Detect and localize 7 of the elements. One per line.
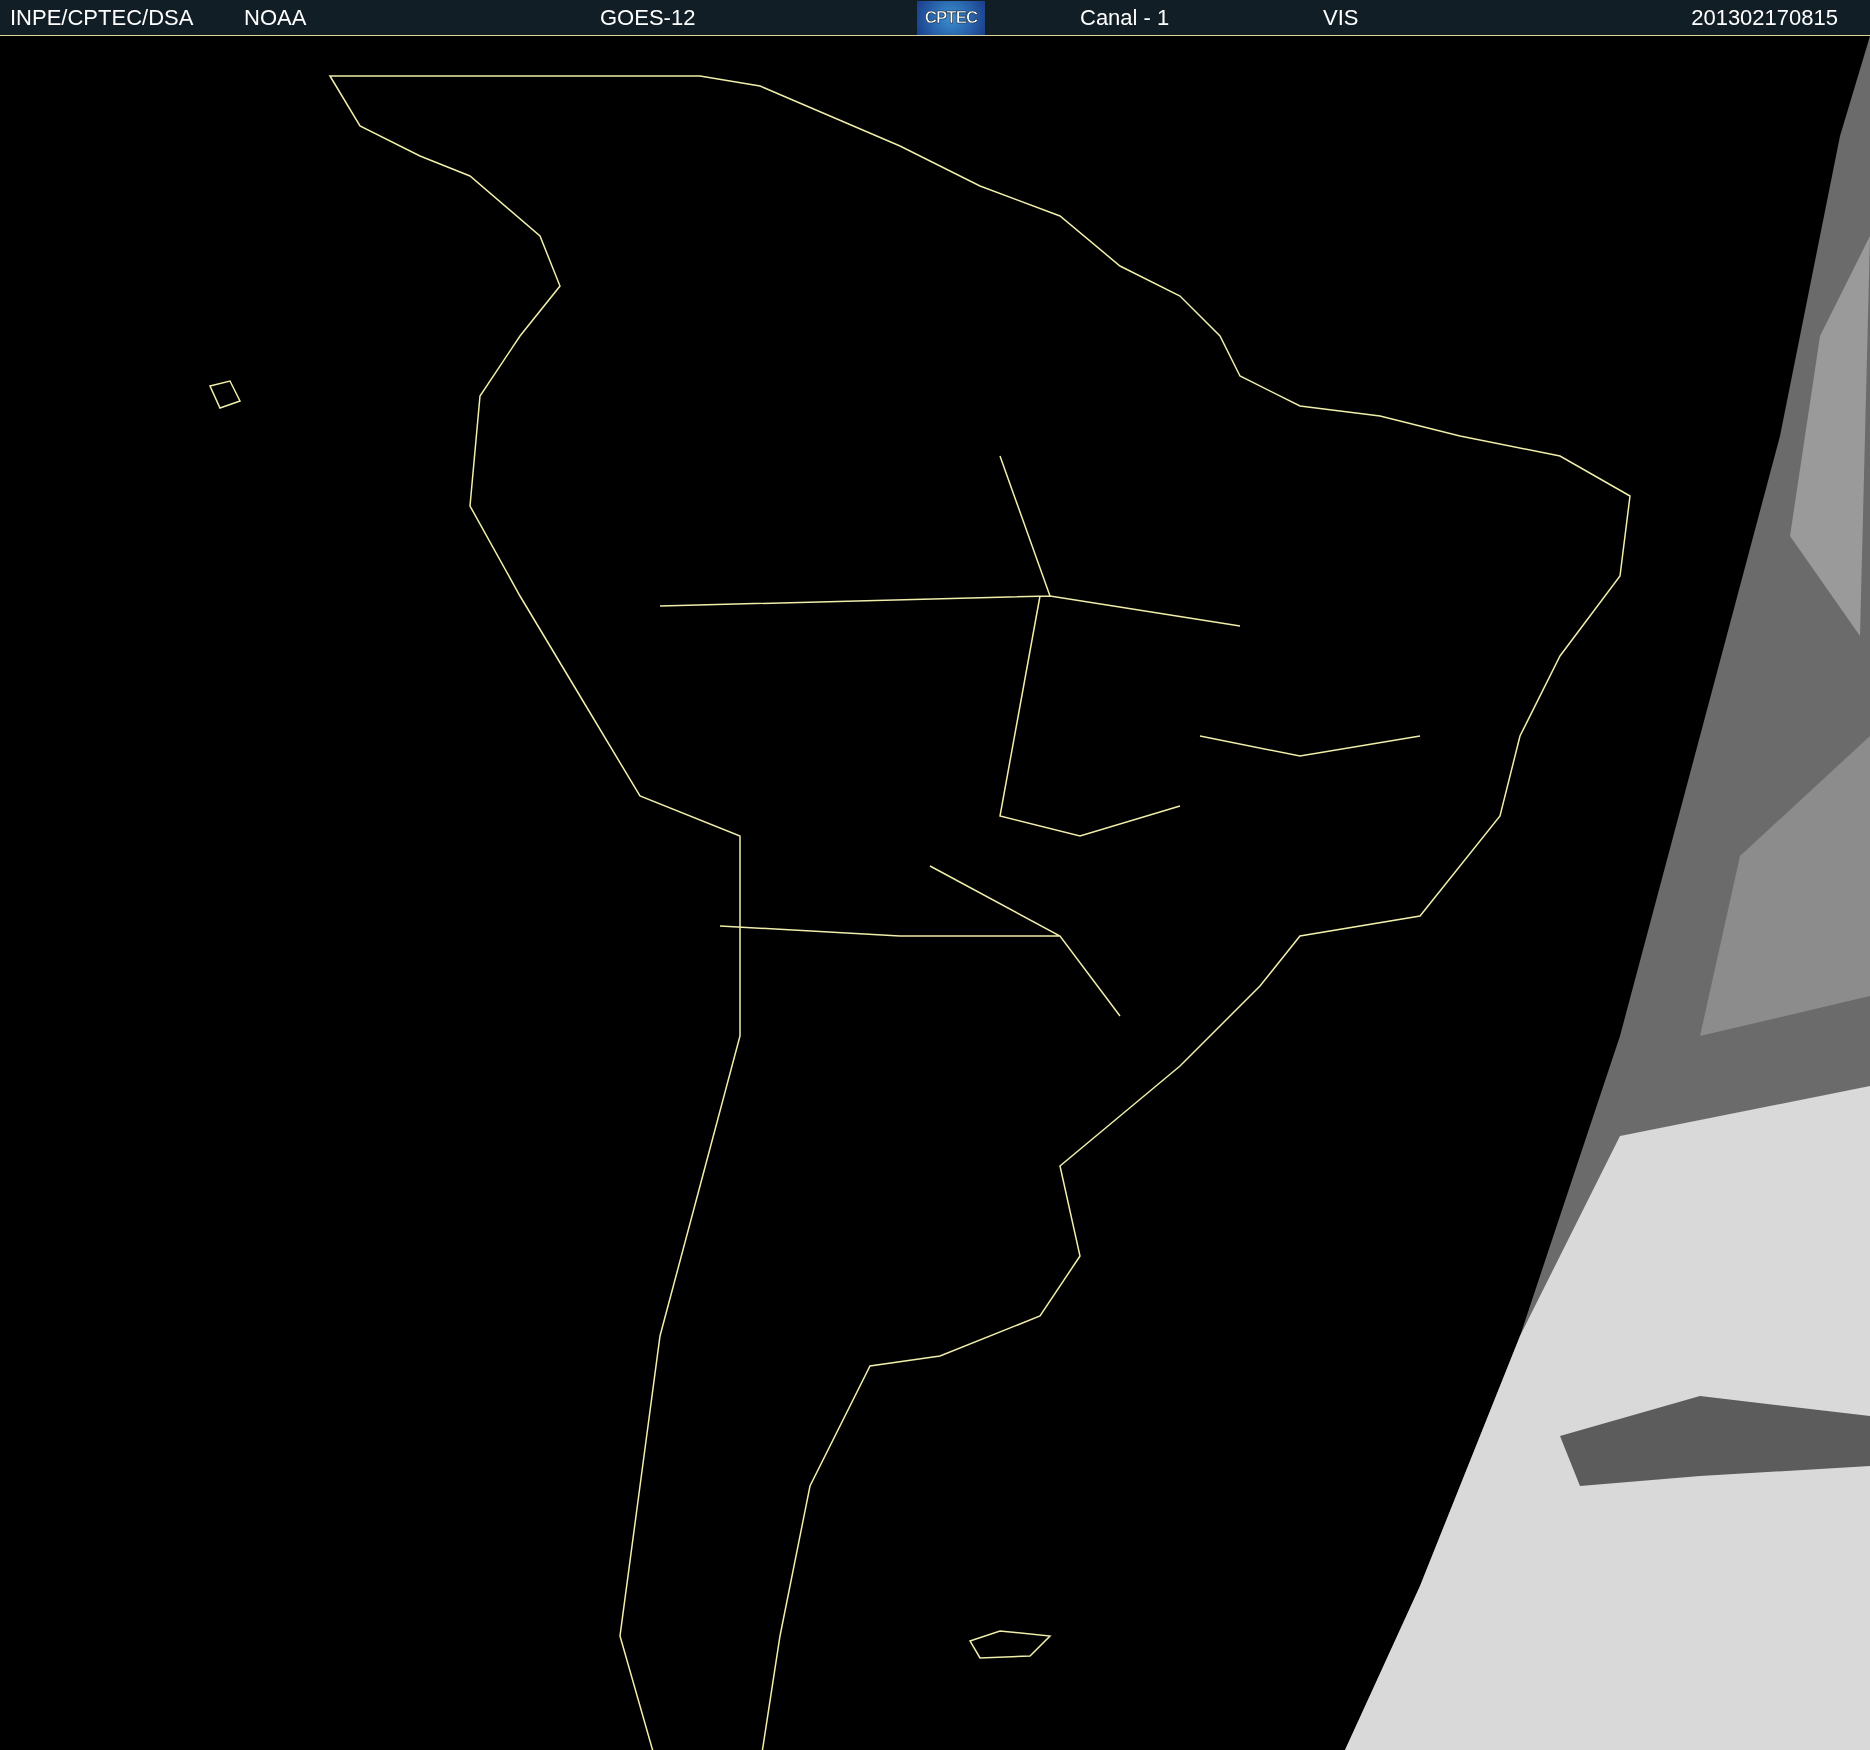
source-label: INPE/CPTEC/DSA (9, 4, 194, 31)
logo: CPTEC (917, 0, 985, 35)
channel-label: Canal - 1 (1080, 4, 1170, 31)
band-label: VIS (1323, 4, 1359, 31)
satellite-label: GOES-12 (600, 4, 696, 31)
agency-label: NOAA (244, 4, 307, 31)
timestamp-label: 201302170815 (1691, 4, 1839, 31)
